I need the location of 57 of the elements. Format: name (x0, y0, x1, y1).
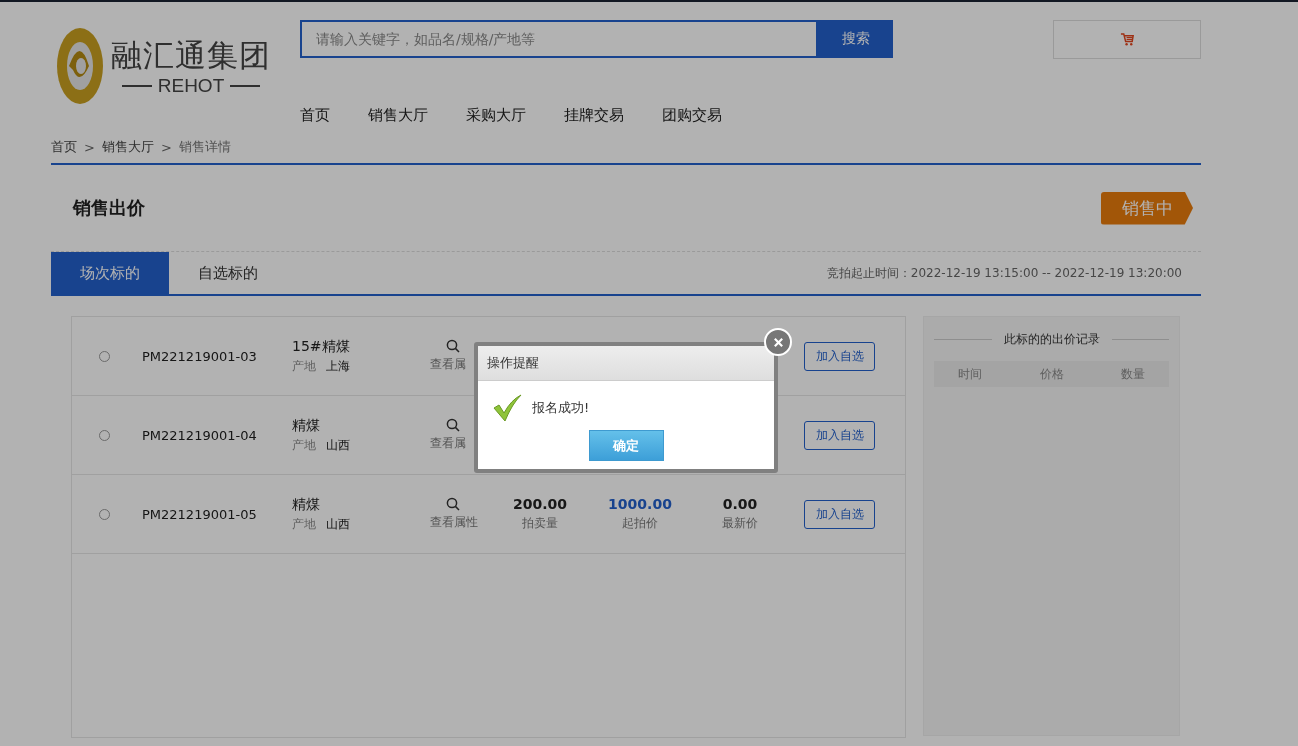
lot-code: PM221219001-05 (142, 506, 258, 522)
breadcrumb-link[interactable]: 销售详情 (178, 138, 231, 156)
nav-link[interactable]: 采购大厅 (466, 106, 526, 125)
column-header: 时间 (958, 365, 982, 383)
auction-time: 竞拍起止时间：2022-12-19 13:15:00 -- 2022-12-19 13:20:00 (826, 264, 1182, 282)
origin-label: 产地 (292, 436, 316, 454)
tab[interactable]: 场次标的 (51, 252, 169, 294)
view-attributes-link[interactable]: 查看属 (422, 418, 490, 452)
add-to-watchlist-button[interactable]: 加入自选 (804, 499, 875, 529)
tab[interactable]: 自选标的 (169, 252, 287, 294)
search-icon (446, 497, 460, 511)
nav-link[interactable]: 首页 (300, 106, 330, 125)
logo-subtitle: REHOT (157, 75, 225, 97)
quantity-value: 200.00 (513, 496, 567, 512)
panel-title: 此标的的出价记录 (1003, 330, 1100, 348)
latest-price-label: 最新价 (722, 515, 758, 532)
dialog-message: 报名成功! (532, 399, 590, 417)
cart-icon (1119, 32, 1135, 47)
section-title: 销售出价 (73, 196, 145, 220)
product-name: 精煤 (292, 495, 321, 514)
breadcrumb-separator: > (160, 139, 172, 155)
search-icon (446, 418, 460, 432)
nav-link[interactable]: 销售大厅 (368, 106, 428, 125)
origin-label: 产地 (292, 515, 316, 533)
origin-label: 产地 (292, 357, 316, 375)
check-icon (492, 394, 522, 422)
dialog-title: 操作提醒 (487, 354, 539, 372)
nav-link[interactable]: 团购交易 (662, 106, 722, 125)
search-field[interactable]: 请输入关键字，如品名/规格/产地等 (300, 20, 818, 58)
product-name: 精煤 (292, 416, 321, 435)
logo-name: 融汇通集团 (111, 36, 271, 75)
search-icon (446, 339, 460, 353)
start-price-value: 1000.00 (608, 496, 672, 512)
view-attributes-link[interactable]: 查看属性 (422, 497, 490, 531)
breadcrumb-separator: > (84, 139, 95, 155)
quantity-label: 拍卖量 (522, 515, 558, 532)
close-icon (772, 336, 784, 348)
column-header: 价格 (1039, 365, 1064, 383)
status-badge: 销售中 (1101, 191, 1193, 225)
search-button[interactable]: 搜索 (818, 20, 893, 58)
breadcrumb-link[interactable]: 销售大厅 (101, 138, 154, 156)
product-name: 15#精煤 (292, 337, 351, 356)
lot-code: PM221219001-03 (142, 348, 258, 364)
add-to-watchlist-button[interactable]: 加入自选 (804, 341, 875, 371)
breadcrumb-link[interactable]: 首页 (51, 138, 77, 156)
lot-code: PM221219001-04 (142, 427, 258, 443)
nav-link[interactable]: 挂牌交易 (564, 106, 624, 125)
logo-icon (55, 26, 105, 106)
origin-value: 上海 (326, 357, 350, 375)
cart-button[interactable] (1053, 20, 1201, 59)
origin-value: 山西 (326, 436, 350, 454)
column-header: 数量 (1121, 365, 1145, 383)
latest-price-value: 0.00 (722, 496, 758, 512)
start-price-label: 起拍价 (622, 515, 658, 532)
origin-value: 山西 (326, 515, 350, 533)
confirm-button[interactable]: 确定 (588, 430, 664, 461)
add-to-watchlist-button[interactable]: 加入自选 (804, 420, 875, 450)
